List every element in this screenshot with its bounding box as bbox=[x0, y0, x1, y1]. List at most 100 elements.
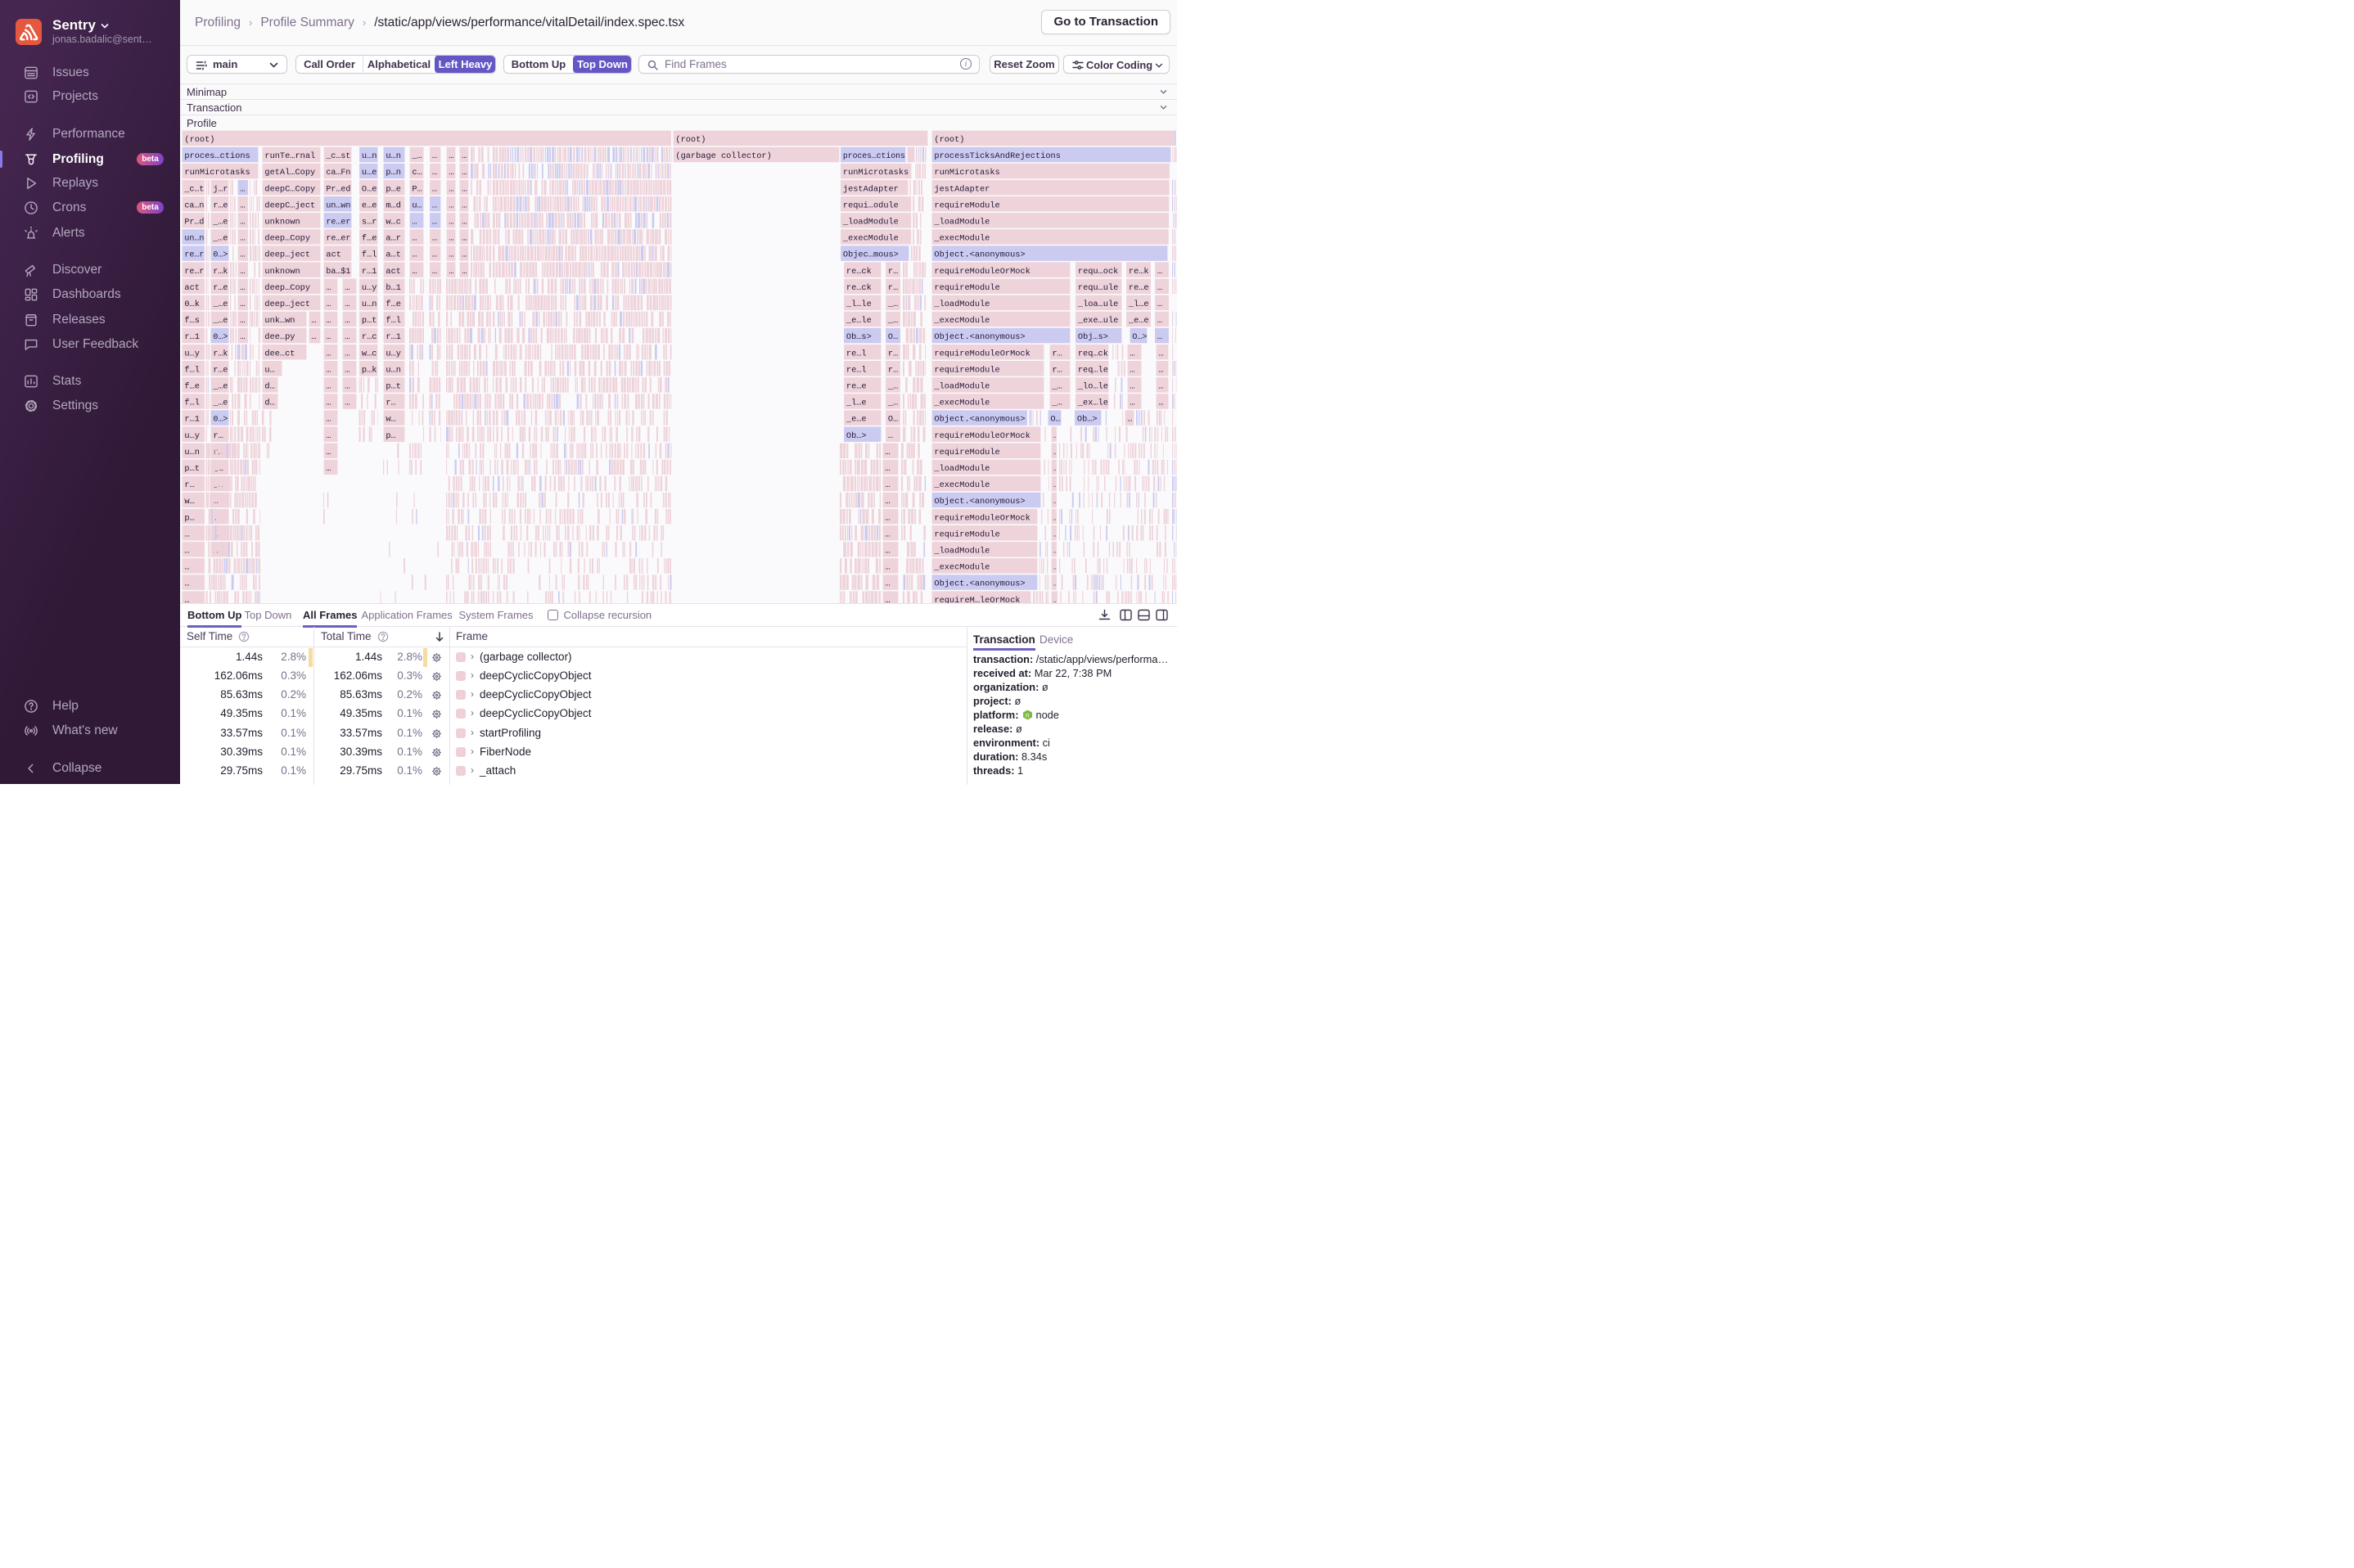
svg-text:requireModuleOrMock: requireModuleOrMock bbox=[934, 431, 1030, 441]
svg-text:…: … bbox=[412, 234, 417, 244]
svg-text:_…: _… bbox=[411, 151, 422, 161]
svg-text:_…: _… bbox=[1051, 399, 1062, 408]
svg-text:f…l: f…l bbox=[362, 250, 377, 260]
svg-text:u…y: u…y bbox=[184, 349, 200, 358]
svg-text:…: … bbox=[326, 316, 331, 326]
svg-text:…: … bbox=[240, 316, 245, 326]
svg-text:…: … bbox=[885, 596, 890, 603]
svg-text:…: … bbox=[432, 201, 437, 210]
svg-text:requireModule: requireModule bbox=[934, 529, 999, 539]
svg-text:0…>: 0…> bbox=[213, 415, 228, 425]
svg-text:r…1: r…1 bbox=[386, 332, 401, 342]
svg-text:…: … bbox=[885, 497, 890, 507]
svg-text:…: … bbox=[326, 283, 331, 293]
svg-text:d…: d… bbox=[264, 399, 274, 408]
svg-text:(root): (root) bbox=[675, 135, 706, 145]
svg-text:_…e: _…e bbox=[212, 382, 228, 392]
svg-text:_l…e: _l…e bbox=[1128, 300, 1149, 309]
svg-text:…: … bbox=[345, 300, 349, 309]
svg-text:…: … bbox=[462, 168, 467, 178]
svg-text:_…e: _…e bbox=[212, 300, 228, 309]
svg-text:_…: _… bbox=[887, 300, 898, 309]
svg-text:Ob…>: Ob…> bbox=[846, 431, 867, 441]
svg-text:_loadModule: _loadModule bbox=[933, 300, 990, 309]
svg-text:requ…ule: requ…ule bbox=[1078, 283, 1118, 293]
svg-text:requireModule: requireModule bbox=[934, 201, 999, 210]
svg-text:…: … bbox=[462, 267, 467, 277]
svg-text:_c…t: _c…t bbox=[183, 184, 204, 194]
svg-text:…: … bbox=[885, 513, 890, 523]
svg-text:…: … bbox=[1053, 464, 1056, 474]
svg-text:O…: O… bbox=[1050, 415, 1060, 425]
svg-text:p…k: p…k bbox=[362, 365, 377, 375]
svg-text:O…>: O…> bbox=[1132, 332, 1147, 342]
svg-text:_loadModule: _loadModule bbox=[842, 218, 899, 228]
svg-text:…: … bbox=[432, 184, 437, 194]
svg-text:Ob…s>: Ob…s> bbox=[846, 332, 872, 342]
svg-text:a…t: a…t bbox=[386, 250, 401, 260]
svg-text:re…r: re…r bbox=[184, 267, 204, 277]
svg-text:b…1: b…1 bbox=[386, 283, 401, 293]
svg-text:…: … bbox=[432, 168, 437, 178]
svg-text:re…l: re…l bbox=[846, 349, 867, 358]
svg-text:…: … bbox=[462, 201, 467, 210]
svg-text:…: … bbox=[412, 218, 417, 228]
svg-text:u…n: u…n bbox=[386, 365, 401, 375]
svg-text:…: … bbox=[184, 596, 189, 603]
svg-text:_loadModule: _loadModule bbox=[933, 218, 990, 228]
svg-text:u…: u… bbox=[264, 365, 274, 375]
svg-text:requireModule: requireModule bbox=[934, 448, 999, 457]
svg-text:…: … bbox=[240, 184, 245, 194]
svg-text:re…ck: re…ck bbox=[846, 267, 872, 277]
svg-text:…: … bbox=[1157, 332, 1162, 342]
svg-text:_execModule: _execModule bbox=[933, 316, 990, 326]
svg-text:u…y: u…y bbox=[386, 349, 401, 358]
svg-text:…: … bbox=[1053, 513, 1056, 523]
svg-text:Object.<anonymous>: Object.<anonymous> bbox=[934, 579, 1025, 589]
svg-text:u…n: u…n bbox=[184, 448, 200, 457]
svg-text:ba…$1: ba…$1 bbox=[326, 267, 350, 277]
svg-text:w…c: w…c bbox=[362, 349, 377, 358]
svg-text:…: … bbox=[432, 234, 437, 244]
svg-text:requ…ock: requ…ock bbox=[1078, 267, 1118, 277]
svg-text:r…e: r…e bbox=[213, 283, 228, 293]
svg-text:proces…ctions: proces…ctions bbox=[843, 151, 905, 161]
svg-text:_…e: _…e bbox=[212, 218, 228, 228]
svg-text:requireM…leOrMock: requireM…leOrMock bbox=[934, 596, 1020, 603]
svg-text:a…r: a…r bbox=[386, 234, 401, 244]
svg-text:_loadModule: _loadModule bbox=[933, 382, 990, 392]
svg-text:_…: _… bbox=[1051, 382, 1062, 392]
svg-text:r…: r… bbox=[888, 365, 898, 375]
svg-text:…: … bbox=[1053, 596, 1056, 603]
svg-text:u…: u… bbox=[412, 201, 422, 210]
svg-text:…: … bbox=[184, 563, 189, 573]
svg-text:requi…odule: requi…odule bbox=[843, 201, 899, 210]
svg-text:…: … bbox=[326, 399, 331, 408]
svg-text:_ex…le: _ex…le bbox=[1077, 399, 1108, 408]
svg-text:u…n: u…n bbox=[386, 151, 401, 161]
svg-text:e…e: e…e bbox=[362, 201, 377, 210]
svg-text:…: … bbox=[462, 234, 467, 244]
svg-text:…: … bbox=[345, 349, 349, 358]
svg-text:Objec…mous>: Objec…mous> bbox=[843, 250, 899, 260]
svg-text:_…: _… bbox=[887, 316, 898, 326]
svg-text:re…l: re…l bbox=[846, 365, 867, 375]
svg-text:u…n: u…n bbox=[362, 300, 377, 309]
svg-text:requireModuleOrMock: requireModuleOrMock bbox=[934, 349, 1030, 358]
svg-text:re…r: re…r bbox=[184, 250, 204, 260]
svg-text:…: … bbox=[240, 283, 245, 293]
svg-text:r…e: r…e bbox=[213, 201, 228, 210]
svg-text:_c…st: _c…st bbox=[325, 151, 350, 161]
svg-text:f…l: f…l bbox=[184, 399, 200, 408]
svg-text:…: … bbox=[345, 283, 349, 293]
svg-text:…: … bbox=[326, 365, 331, 375]
svg-text:r…c: r…c bbox=[362, 332, 377, 342]
svg-text:…: … bbox=[432, 267, 437, 277]
svg-text:0…>: 0…> bbox=[213, 332, 228, 342]
svg-text:_loa…ule: _loa…ule bbox=[1077, 300, 1118, 309]
svg-text:…: … bbox=[326, 300, 331, 309]
svg-text:_exe…ule: _exe…ule bbox=[1077, 316, 1118, 326]
svg-text:…: … bbox=[1157, 283, 1162, 293]
svg-text:…: … bbox=[1127, 415, 1132, 425]
svg-text:_…e: _…e bbox=[212, 316, 228, 326]
